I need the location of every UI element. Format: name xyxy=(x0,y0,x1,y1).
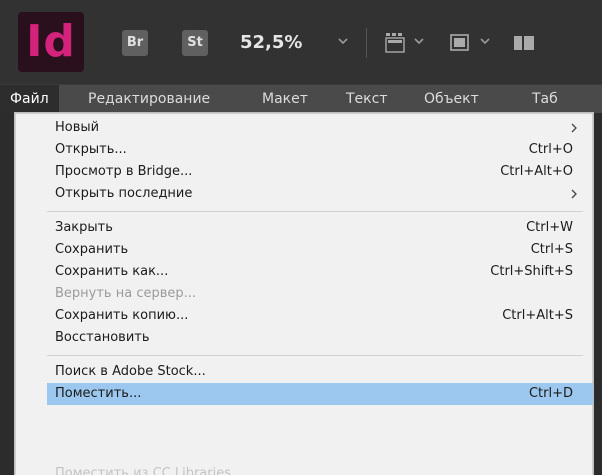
menu-item-place-from-cc-libraries[interactable]: Поместить из CC Libraries... xyxy=(55,467,315,475)
file-menu-dropdown: Новый Открыть... Ctrl+O Просмотр в Bridg… xyxy=(14,112,594,475)
stock-button[interactable]: St xyxy=(182,30,208,56)
menu-item-label: Просмотр в Bridge... xyxy=(55,164,193,179)
screen-mode-icon[interactable] xyxy=(446,30,474,56)
menu-item-label: Сохранить xyxy=(55,242,129,257)
menu-item-label: Сохранить как... xyxy=(55,264,169,279)
menu-divider xyxy=(47,211,583,212)
bridge-button[interactable]: Br xyxy=(122,30,148,56)
menu-item-close[interactable]: Закрыть Ctrl+W xyxy=(15,217,593,239)
menu-item-label: Новый xyxy=(55,120,100,135)
menu-item-shortcut: Ctrl+D xyxy=(528,386,573,401)
menu-item-search-adobe-stock[interactable]: Поиск в Adobe Stock... xyxy=(15,361,593,383)
menu-item-label: Вернуть на сервер... xyxy=(55,286,197,301)
menu-item-open[interactable]: Открыть... Ctrl+O xyxy=(15,139,593,161)
menu-item-label: Поиск в Adobe Stock... xyxy=(55,364,206,379)
menu-item-revert[interactable]: Восстановить xyxy=(15,327,593,349)
menu-item-open-recent[interactable]: Открыть последние xyxy=(15,183,593,205)
chevron-right-icon xyxy=(571,123,577,133)
toolbar-separator xyxy=(366,28,367,58)
indesign-logo: Id xyxy=(18,12,84,72)
menu-edit[interactable]: Редактирование xyxy=(88,85,210,113)
menu-item-new[interactable]: Новый xyxy=(15,117,593,139)
menu-file[interactable]: Файл xyxy=(0,85,59,113)
chevron-down-icon[interactable] xyxy=(336,34,350,48)
menu-item-shortcut: Ctrl+Alt+O xyxy=(500,164,573,179)
app-bar: Id Br St 52,5% xyxy=(0,0,602,84)
menu-item-label: Закрыть xyxy=(55,220,113,235)
zoom-level[interactable]: 52,5% xyxy=(240,30,302,56)
menu-item-shortcut: Ctrl+Alt+S xyxy=(502,308,573,323)
menu-item-label: Сохранить копию... xyxy=(55,308,189,323)
menu-item-shortcut: Ctrl+W xyxy=(526,220,573,235)
menu-item-shortcut: Ctrl+S xyxy=(530,242,573,257)
menu-table[interactable]: Таб xyxy=(532,85,558,113)
menu-item-label: Восстановить xyxy=(55,330,150,345)
view-options-icon[interactable] xyxy=(382,30,410,56)
menu-item-save-as[interactable]: Сохранить как... Ctrl+Shift+S xyxy=(15,261,593,283)
menu-divider xyxy=(47,355,583,356)
menu-item-label: Открыть... xyxy=(55,142,127,157)
menu-item-shortcut: Ctrl+O xyxy=(528,142,573,157)
menu-item-place[interactable]: Поместить... Ctrl+D xyxy=(47,383,593,405)
arrange-documents-icon[interactable] xyxy=(510,30,538,56)
menu-bar: Файл Редактирование Макет Текст Объект Т… xyxy=(0,84,602,113)
menu-item-browse-in-bridge[interactable]: Просмотр в Bridge... Ctrl+Alt+O xyxy=(15,161,593,183)
indesign-window: Id Br St 52,5% Файл Редактирование Макет… xyxy=(0,0,602,475)
menu-item-shortcut: Ctrl+Shift+S xyxy=(490,264,573,279)
menu-item-label: Открыть последние xyxy=(55,186,193,201)
menu-item-label: Поместить... xyxy=(55,386,142,401)
menu-object[interactable]: Объект xyxy=(424,85,479,113)
menu-item-save-a-copy[interactable]: Сохранить копию... Ctrl+Alt+S xyxy=(15,305,593,327)
chevron-right-icon xyxy=(571,189,577,199)
menu-type[interactable]: Текст xyxy=(346,85,387,113)
menu-item-save[interactable]: Сохранить Ctrl+S xyxy=(15,239,593,261)
chevron-down-icon[interactable] xyxy=(412,34,426,48)
menu-layout[interactable]: Макет xyxy=(262,85,308,113)
chevron-down-icon[interactable] xyxy=(478,34,492,48)
menu-item-check-in: Вернуть на сервер... xyxy=(15,283,593,305)
